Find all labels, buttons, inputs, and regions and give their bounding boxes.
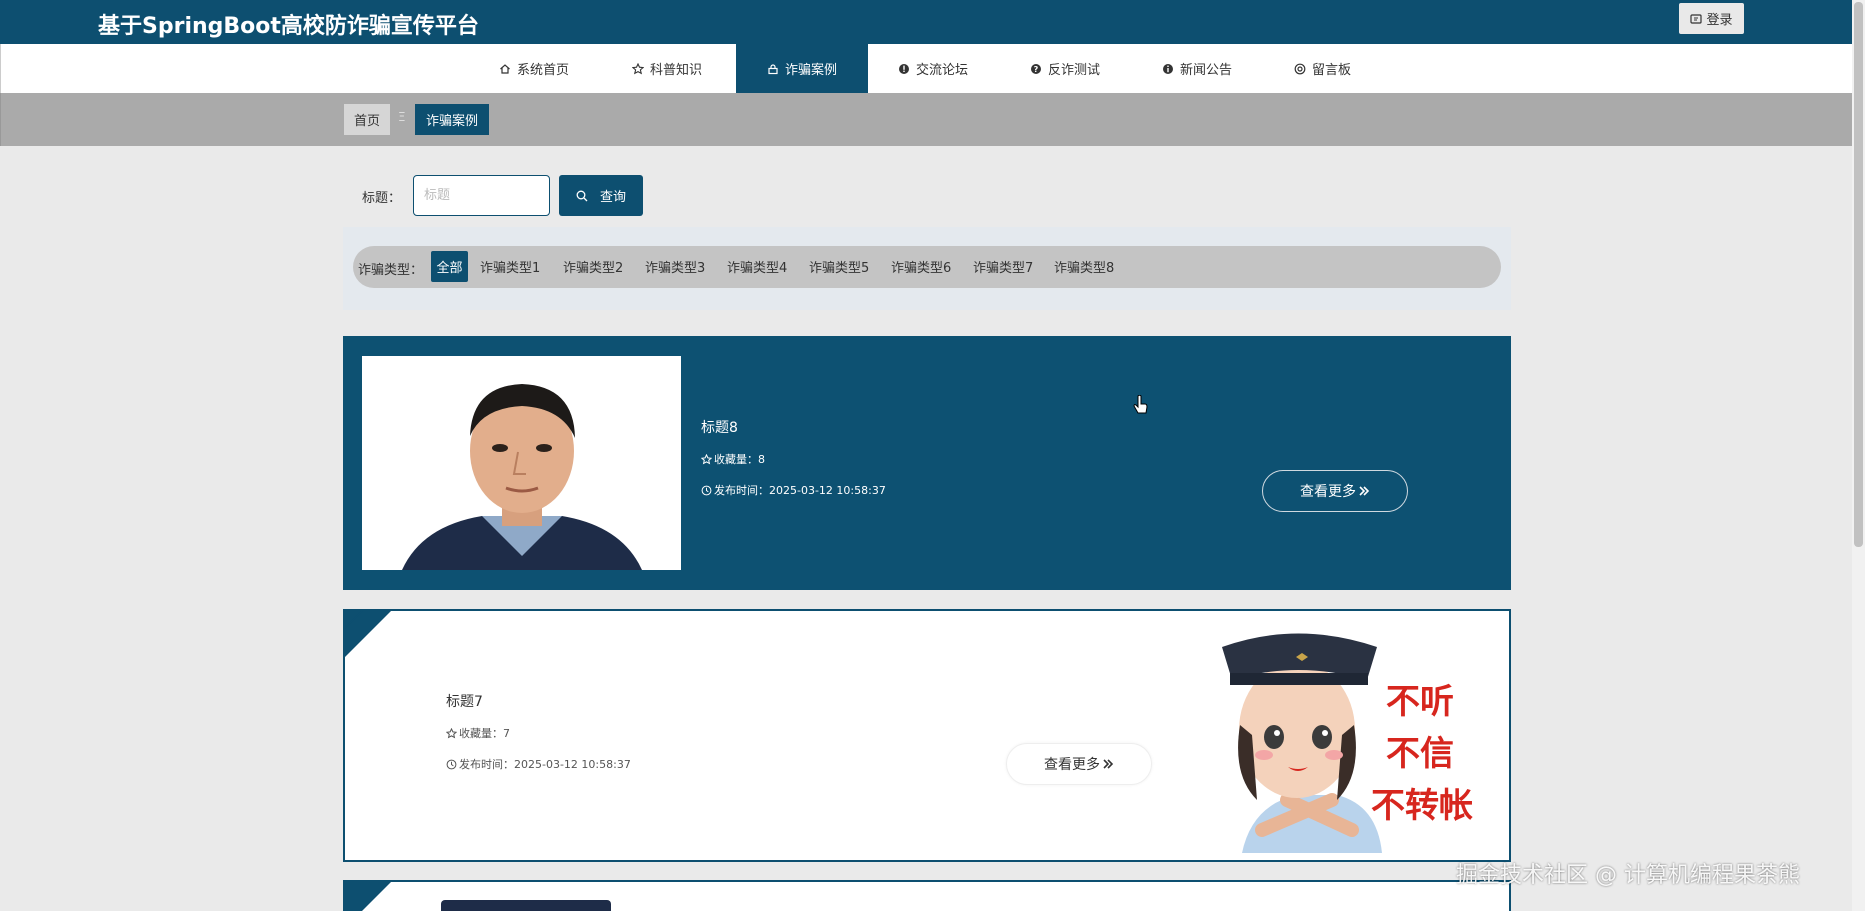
poster-line-2: 不信 <box>1386 734 1454 774</box>
case-card[interactable]: 标题7 收藏量：7 发布时间：2025-03-12 10:58:37 查看更多 <box>343 609 1511 862</box>
filter-option-type8[interactable]: 诈骗类型8 <box>1054 251 1114 282</box>
case-card[interactable]: 标题8 收藏量：8 发布时间：2025-03-12 10:58:37 查看更多 <box>343 336 1511 590</box>
filter-label: 诈骗类型： <box>358 263 424 278</box>
case-publish-time: 发布时间：2025-03-12 10:58:37 <box>446 756 631 772</box>
filter-option-all[interactable]: 全部 <box>431 251 468 282</box>
case-card[interactable] <box>343 880 1511 911</box>
info-icon <box>1163 63 1173 74</box>
filter-option-type3[interactable]: 诈骗类型3 <box>645 251 705 282</box>
nav-label: 交流论坛 <box>916 63 969 78</box>
favorites-text: 收藏量：7 <box>459 727 510 740</box>
home-icon <box>500 63 510 74</box>
nav-label: 反诈测试 <box>1048 63 1101 78</box>
filter-option-type4[interactable]: 诈骗类型4 <box>727 251 787 282</box>
nav-label: 科普知识 <box>650 63 703 78</box>
scrollbar-thumb[interactable] <box>1854 2 1863 547</box>
login-label: 登录 <box>1706 13 1733 28</box>
hand-cursor-icon <box>1133 395 1148 414</box>
login-icon <box>1690 13 1703 24</box>
double-chevron-right-icon <box>1103 759 1114 769</box>
view-more-label: 查看更多 <box>1300 484 1356 500</box>
nav-item-forum[interactable]: 交流论坛 <box>898 44 968 93</box>
nav-label: 留言板 <box>1312 63 1352 78</box>
case-favorites: 收藏量：7 <box>446 725 510 741</box>
main-nav: 系统首页 科普知识 诈骗案例 交流论坛 ? 反诈测试 新闻公告 留言板 <box>0 44 1852 93</box>
nav-item-fraud-cases[interactable]: 诈骗案例 <box>736 44 868 93</box>
star-icon <box>446 727 457 738</box>
case-publish-time: 发布时间：2025-03-12 10:58:37 <box>701 482 886 498</box>
search-button[interactable]: 查询 <box>559 175 643 216</box>
case-thumbnail[interactable] <box>441 900 611 911</box>
case-favorites: 收藏量：8 <box>701 451 765 467</box>
clock-icon <box>701 485 712 495</box>
poster-line-1: 不听 <box>1386 682 1454 722</box>
nav-item-news[interactable]: 新闻公告 <box>1162 44 1232 93</box>
view-more-button[interactable]: 查看更多 <box>1262 470 1408 512</box>
top-header-bar: 基于SpringBoot高校防诈骗宣传平台 登录 <box>0 0 1865 44</box>
nav-item-message-board[interactable]: 留言板 <box>1294 44 1351 93</box>
filter-option-type6[interactable]: 诈骗类型6 <box>891 251 951 282</box>
svg-text:?: ? <box>1034 65 1039 74</box>
case-title[interactable]: 标题7 <box>446 691 483 711</box>
star-icon <box>701 453 712 464</box>
lock-icon <box>768 63 778 74</box>
login-button[interactable]: 登录 <box>1679 3 1744 34</box>
poster-line-3: 不转帐 <box>1371 786 1473 826</box>
nav-label: 新闻公告 <box>1180 63 1233 78</box>
corner-decoration <box>345 882 391 911</box>
case-thumbnail[interactable] <box>362 356 681 570</box>
publish-time-text: 发布时间：2025-03-12 10:58:37 <box>459 758 631 771</box>
case-title[interactable]: 标题8 <box>701 417 738 437</box>
search-button-label: 查询 <box>599 190 626 205</box>
message-icon <box>1294 63 1306 74</box>
nav-item-science[interactable]: 科普知识 <box>632 44 702 93</box>
search-label: 标题： <box>362 191 402 206</box>
info-icon <box>899 63 909 74</box>
question-icon: ? <box>1031 63 1041 74</box>
filter-option-type7[interactable]: 诈骗类型7 <box>973 251 1033 282</box>
search-icon <box>576 190 588 201</box>
breadcrumb-home[interactable]: 首页 <box>344 104 390 135</box>
police-cartoon-poster: 不听 不信 不转帐 <box>1202 625 1492 853</box>
filter-option-type1[interactable]: 诈骗类型1 <box>480 251 540 282</box>
breadcrumb-bar <box>0 93 1852 146</box>
officer-photo <box>362 356 681 570</box>
breadcrumb-current[interactable]: 诈骗案例 <box>415 104 489 135</box>
title-search-input[interactable] <box>413 175 550 216</box>
favorites-text: 收藏量：8 <box>714 453 765 466</box>
case-thumbnail[interactable]: 不听 不信 不转帐 <box>1202 625 1492 853</box>
star-icon <box>632 62 644 74</box>
filter-option-type5[interactable]: 诈骗类型5 <box>809 251 869 282</box>
nav-item-home[interactable]: 系统首页 <box>499 44 569 93</box>
site-title: 基于SpringBoot高校防诈骗宣传平台 <box>98 14 479 39</box>
nav-item-fraud-test[interactable]: ? 反诈测试 <box>1030 44 1100 93</box>
nav-label: 系统首页 <box>517 63 570 78</box>
clock-icon <box>446 759 457 769</box>
view-more-button[interactable]: 查看更多 <box>1006 743 1152 785</box>
watermark-text: 掘金技术社区 @ 计算机编程果茶熊 <box>1456 863 1800 888</box>
breadcrumb-separator: Ξ <box>398 110 406 124</box>
double-chevron-right-icon <box>1359 486 1370 496</box>
view-more-label: 查看更多 <box>1044 757 1100 773</box>
publish-time-text: 发布时间：2025-03-12 10:58:37 <box>714 484 886 497</box>
filter-option-type2[interactable]: 诈骗类型2 <box>563 251 623 282</box>
nav-label: 诈骗案例 <box>784 63 837 78</box>
